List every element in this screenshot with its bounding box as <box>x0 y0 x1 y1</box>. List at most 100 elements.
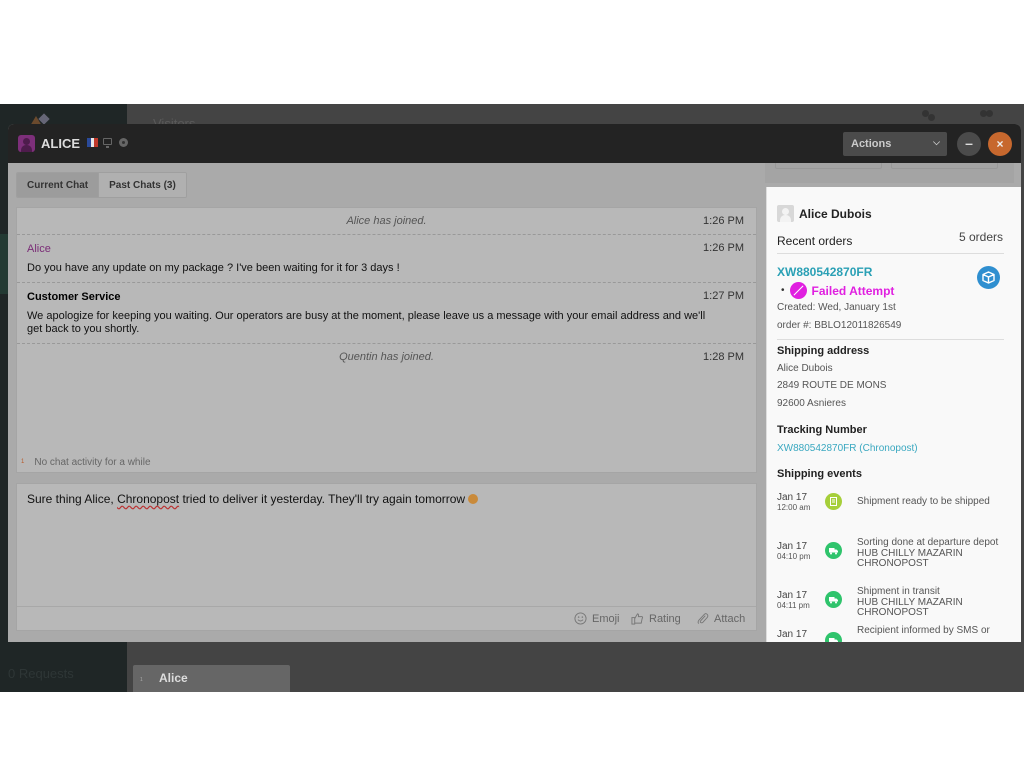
event-time: 04:10 pm <box>777 552 811 561</box>
event-date: Jan 17 <box>777 590 808 601</box>
panel-buttons <box>765 163 1014 183</box>
tab-current-chat[interactable]: Current Chat <box>17 173 99 197</box>
chat-tab-number: 1 <box>140 677 143 683</box>
chat-tab-name: Alice <box>159 671 188 685</box>
minimize-button[interactable]: – <box>957 132 981 156</box>
visitor-avatar <box>18 135 35 152</box>
paperclip-icon <box>697 613 709 624</box>
order-id-link[interactable]: XW880542870FR <box>777 265 872 279</box>
orders-count[interactable]: 5 orders <box>959 230 1003 244</box>
event-line: Recipient informed by SMS or <box>857 625 990 636</box>
event-date: Jan 17 <box>777 541 808 552</box>
truck-icon <box>825 632 842 642</box>
chevron-down-icon: ⌵ <box>933 137 940 147</box>
rating-button[interactable]: Rating <box>631 612 681 625</box>
customer-name: Alice Dubois <box>799 206 872 221</box>
tracking-number-link[interactable]: XW880542870FR (Chronopost) <box>777 443 918 454</box>
event-date: Jan 17 <box>777 629 808 640</box>
message-time: 1:27 PM <box>703 290 744 302</box>
system-message-text: Quentin has joined. <box>339 351 434 363</box>
attach-label: Attach <box>714 612 746 625</box>
truck-icon <box>825 542 842 559</box>
message-author: Alice <box>27 243 51 255</box>
desktop-icon <box>103 138 112 148</box>
panel-button-1[interactable] <box>775 163 882 169</box>
system-message: Quentin has joined. 1:28 PM <box>17 344 756 371</box>
event-description: Shipment ready to be shipped <box>857 496 1007 508</box>
visitor-name: ALICE <box>41 136 80 151</box>
emoji-label: Emoji <box>592 612 620 625</box>
actions-dropdown[interactable]: Actions ⌵ <box>843 132 947 156</box>
message-author: Customer Service <box>27 291 121 303</box>
thumbs-up-icon <box>631 613 644 625</box>
attach-button[interactable]: Attach <box>696 612 745 625</box>
system-message: Alice has joined. 1:26 PM <box>17 208 756 235</box>
package-icon[interactable] <box>977 266 1000 289</box>
tab-past-chats[interactable]: Past Chats (3) <box>98 173 186 197</box>
browser-icon <box>119 138 128 147</box>
event-time: 04:11 pm <box>777 601 810 610</box>
event-line: Shipment in transit <box>857 586 940 597</box>
rating-label: Rating <box>649 612 681 625</box>
shipping-events-title: Shipping events <box>777 468 862 480</box>
requests-count: 0 Requests <box>8 666 74 681</box>
event-description: Shipment in transit HUB CHILLY MAZARIN C… <box>857 586 1007 619</box>
message-time: 1:26 PM <box>703 242 744 254</box>
order-created: Created: Wed, January 1st <box>777 302 896 313</box>
system-message-text: Alice has joined. <box>346 215 427 227</box>
smiley-icon <box>574 612 587 625</box>
actions-label: Actions <box>851 138 892 150</box>
divider <box>777 253 1004 254</box>
composer-input[interactable]: Sure thing Alice, Chronopost tried to de… <box>27 492 479 506</box>
idle-notice: 1 No chat activity for a while <box>21 457 151 468</box>
composer-toolbar: Emoji Rating Attach <box>17 606 756 630</box>
customer-header: Alice Dubois <box>777 205 872 222</box>
address-line: 2849 ROUTE DE MONS <box>777 380 887 391</box>
failed-attempt-icon <box>789 282 807 299</box>
message-text: We apologize for keeping you waiting. Ou… <box>27 310 706 335</box>
tracking-number-title: Tracking Number <box>777 424 867 436</box>
message-list: Alice has joined. 1:26 PM Alice Do you h… <box>16 207 757 473</box>
idle-marker: 1 <box>21 459 25 466</box>
address-line: 92600 Asnieres <box>777 398 846 409</box>
chat-tabs: Current Chat Past Chats (3) <box>16 172 187 198</box>
order-number: order #: BBLO12011826549 <box>777 320 902 331</box>
event-description: Sorting done at departure depot HUB CHIL… <box>857 537 1007 570</box>
event-line: Shipment ready to be shipped <box>857 496 990 507</box>
box-glyph <box>982 271 995 284</box>
event-line: Sorting done at departure depot <box>857 537 999 548</box>
panel-button-2[interactable] <box>891 163 998 169</box>
header-icons <box>922 110 993 124</box>
order-status-text: Failed Attempt <box>811 283 895 298</box>
order-status: • Failed Attempt <box>781 282 894 299</box>
address-line: Alice Dubois <box>777 363 833 374</box>
misspelled-word: Chronopost <box>117 492 180 506</box>
chat-tab-alice[interactable]: 1 Alice <box>133 665 290 692</box>
message-text: Do you have any update on my package ? I… <box>27 262 400 274</box>
document-icon <box>825 493 842 510</box>
france-flag-icon <box>87 138 99 147</box>
chat-message: Alice Do you have any update on my packa… <box>17 235 756 283</box>
event-time: 12:00 am <box>777 503 811 512</box>
composer-text-part: Sure thing Alice, <box>27 492 118 506</box>
message-time: 1:26 PM <box>703 215 744 227</box>
event-line: CHRONOPOST <box>857 558 929 569</box>
recent-orders-label: Recent orders <box>777 234 853 248</box>
idle-notice-text: No chat activity for a while <box>34 457 151 468</box>
customer-info-panel: Alice Dubois Recent orders 5 orders XW88… <box>766 187 1021 642</box>
event-line: CHRONOPOST <box>857 607 929 618</box>
composer-text-part: tried to deliver it yesterday. They'll t… <box>179 492 469 506</box>
message-composer[interactable]: Sure thing Alice, Chronopost tried to de… <box>16 483 757 631</box>
chat-titlebar: ALICE Actions ⌵ – × <box>8 124 1021 163</box>
event-description: Recipient informed by SMS or <box>857 625 1007 637</box>
emoji-button[interactable]: Emoji <box>574 612 620 625</box>
close-button[interactable]: × <box>988 132 1012 156</box>
shipping-address-title: Shipping address <box>777 345 870 357</box>
message-time: 1:28 PM <box>703 351 744 363</box>
status-icon <box>928 114 935 121</box>
chat-message: Customer Service We apologize for keepin… <box>17 283 756 344</box>
truck-icon <box>825 591 842 608</box>
customer-avatar <box>777 205 794 222</box>
grid-icon-2 <box>986 110 993 117</box>
grin-emoji-icon <box>468 494 479 504</box>
